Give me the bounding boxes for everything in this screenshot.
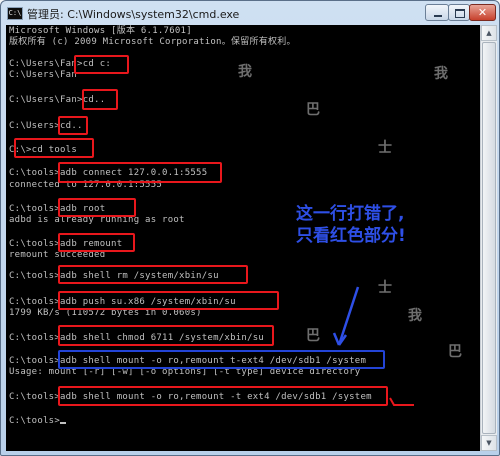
blue-arrow-line	[337, 286, 360, 346]
console-output[interactable]: 我 巴 士 我 巴 士 我 巴 Microsoft Windows [版本 6.…	[6, 25, 480, 451]
blue-arrow-head	[332, 332, 348, 346]
watermark-char: 士	[378, 280, 392, 296]
maximize-icon	[449, 5, 469, 20]
watermark-char: 巴	[306, 102, 320, 118]
scroll-up-button[interactable]: ▲	[481, 25, 497, 41]
highlight-box-adb-connect	[58, 162, 222, 183]
console-line: 版权所有 (c) 2009 Microsoft Corporation。保留所有…	[9, 37, 296, 47]
chevron-down-icon: ▼	[486, 439, 492, 447]
chevron-up-icon: ▲	[486, 29, 492, 37]
window-title: 管理员: C:\Windows\system32\cmd.exe	[27, 8, 240, 21]
highlight-box-adb-root	[58, 198, 136, 217]
annotation-line-1: 这一行打错了,	[296, 204, 405, 224]
close-button[interactable]: ✕	[469, 4, 496, 21]
highlight-box-cd-dotdot-2	[58, 116, 88, 135]
highlight-box-adb-chmod	[58, 325, 274, 346]
maximize-button[interactable]	[448, 4, 470, 21]
cmd-app-icon[interactable]: C:\	[7, 7, 23, 20]
watermark-char: 巴	[448, 344, 462, 360]
vertical-scrollbar[interactable]: ▲ ▼	[480, 25, 497, 451]
scroll-down-button[interactable]: ▼	[481, 435, 497, 451]
console-line: C:\Users\Fan	[9, 70, 78, 80]
text-cursor	[60, 422, 67, 424]
minimize-icon	[426, 5, 448, 20]
red-underline-mark	[389, 397, 414, 406]
highlight-box-adb-mount-correct	[58, 386, 388, 406]
highlight-box-cd-c	[74, 55, 129, 74]
cmd-window: C:\ 管理员: C:\Windows\system32\cmd.exe ✕ 我…	[0, 0, 500, 456]
highlight-box-adb-push	[58, 291, 279, 310]
minimize-button[interactable]	[425, 4, 449, 21]
watermark-char: 我	[408, 308, 422, 324]
watermark-char: 士	[378, 140, 392, 156]
highlight-box-cd-dotdot	[82, 89, 118, 110]
console-prompt: C:\tools>	[9, 416, 61, 426]
watermark-char: 我	[238, 64, 252, 80]
watermark-char: 我	[434, 66, 448, 82]
title-bar[interactable]: C:\ 管理员: C:\Windows\system32\cmd.exe ✕	[1, 1, 499, 25]
console-prompt-line[interactable]: C:\tools>	[9, 416, 67, 427]
annotation-text: 这一行打错了, 只看红色部分!	[296, 203, 406, 247]
watermark-char: 巴	[306, 328, 320, 344]
highlight-box-cd-tools	[14, 138, 94, 158]
annotation-line-2: 只看红色部分!	[296, 226, 406, 246]
highlight-box-adb-rm	[58, 265, 248, 284]
highlight-box-adb-mount-typo	[58, 350, 385, 369]
close-icon: ✕	[477, 6, 488, 19]
highlight-box-adb-remount	[58, 233, 135, 252]
scrollbar-thumb[interactable]	[482, 42, 496, 434]
console-line: Microsoft Windows [版本 6.1.7601]	[9, 26, 192, 36]
